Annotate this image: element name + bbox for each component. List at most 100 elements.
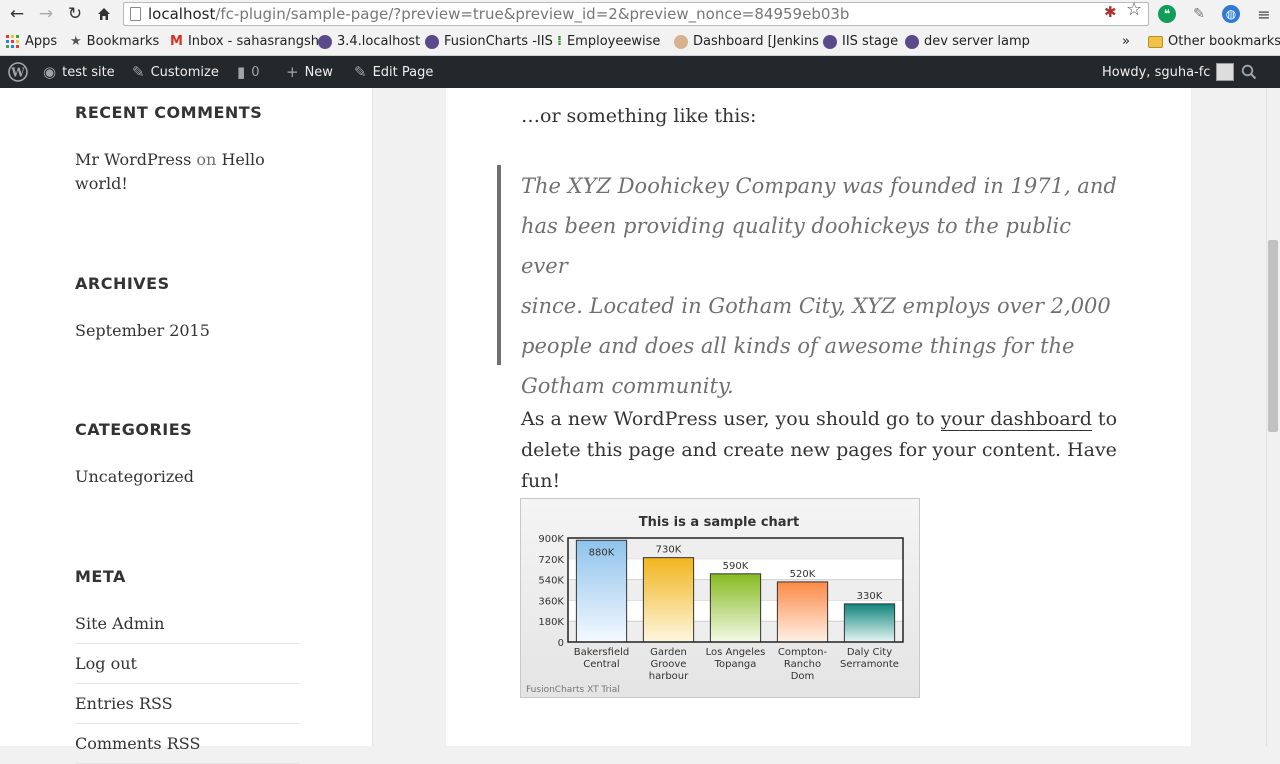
edit-page-label: Edit Page (372, 64, 434, 80)
bookmark-localhost[interactable]: 3.4.localhost (318, 32, 420, 51)
bookmark-star-icon[interactable]: ☆ (1126, 1, 1142, 19)
quote-line: Gotham community. (521, 374, 734, 398)
jenkins-icon (674, 34, 688, 49)
x-tick-label: Rancho (784, 659, 821, 670)
bookmark-label: FusionCharts -IIS (444, 34, 553, 49)
folder-icon (1148, 35, 1163, 48)
meta-title: META (75, 567, 126, 586)
pencil-icon: ✎ (354, 63, 367, 81)
blockquote: The XYZ Doohickey Company was founded in… (521, 166, 1121, 406)
site-icon (425, 34, 439, 49)
site-name: test site (62, 64, 115, 80)
x-tick-label: Groove (651, 659, 687, 670)
x-tick-label: Compton- (778, 647, 828, 658)
url-path: /fc-plugin/sample-page/?preview=true&pre… (215, 5, 850, 23)
paragraph: As a new WordPress user, you should go t… (521, 404, 1141, 497)
sidebar: RECENT COMMENTS Mr WordPress on Hello wo… (0, 88, 373, 764)
bookmarks-overflow-button[interactable]: » (1122, 32, 1130, 51)
comments-count: 0 (251, 64, 260, 80)
menu-icon[interactable]: ≡ (1255, 5, 1273, 24)
x-tick-label: Central (583, 659, 619, 670)
scrollbar-thumb[interactable] (1268, 240, 1278, 432)
y-tick-label: 720K (538, 555, 564, 566)
edit-page-link[interactable]: ✎ Edit Page (354, 56, 433, 88)
dashboard-link[interactable]: your dashboard (940, 408, 1092, 431)
bookmark-bookmarks[interactable]: ★ Bookmarks (70, 32, 159, 51)
comments-link[interactable]: ▮ 0 (237, 56, 260, 88)
globe-icon[interactable]: ◍ (1222, 5, 1240, 23)
chart-watermark: FusionCharts XT Trial (526, 685, 620, 695)
edit-extension-icon[interactable]: ✎ (1190, 5, 1208, 23)
chart-bar[interactable] (843, 603, 896, 643)
new-content-link[interactable]: + New (286, 56, 333, 88)
recent-comments-title: RECENT COMMENTS (75, 103, 263, 122)
search-icon[interactable] (1241, 56, 1257, 88)
avatar (1216, 63, 1235, 81)
wordpress-logo-icon[interactable]: W (8, 56, 28, 88)
chart-bar[interactable] (776, 581, 829, 643)
fusion-chart: This is a sample chart 0 180K 360K 540K 720K… (520, 498, 920, 698)
comment-author-link[interactable]: Mr WordPress (75, 150, 191, 169)
quote-line: has been providing quality doohickeys to… (521, 214, 1072, 278)
chart-svg: This is a sample chart 0 180K 360K 540K 720K… (526, 515, 904, 695)
archive-link[interactable]: September 2015 (75, 319, 210, 343)
x-tick-label: Dom (791, 671, 815, 682)
plus-icon: + (286, 63, 299, 81)
data-label: 520K (790, 569, 816, 580)
bookmark-iis-stage[interactable]: IIS stage (823, 32, 898, 51)
bookmark-dev-server[interactable]: dev server lamp (905, 32, 1030, 51)
back-icon[interactable]: ← (6, 3, 28, 25)
quote-line: since. Located in Gotham City, XYZ emplo… (521, 294, 1111, 318)
lead-text: …or something like this: (521, 105, 757, 127)
dashboard-icon: ◉ (43, 63, 57, 81)
para-text: to (1091, 408, 1118, 430)
y-tick-label: 900K (538, 534, 564, 545)
browser-toolbar: ← → ↻ localhost/fc-plugin/sample-page/?p… (0, 0, 1280, 29)
page-icon (130, 7, 141, 21)
reload-icon[interactable]: ↻ (64, 3, 86, 25)
customize-label: Customize (150, 64, 219, 80)
account-menu[interactable]: Howdy, sguha-fc (1102, 56, 1235, 88)
x-tick-label: Los Angeles (706, 647, 766, 658)
bookmark-employeewise[interactable]: ⁞ Employeewise (557, 32, 660, 51)
bug-extension-icon[interactable]: ✱ (1104, 3, 1117, 21)
hangouts-icon[interactable]: ❝ (1158, 5, 1176, 23)
category-link[interactable]: Uncategorized (75, 465, 194, 489)
chart-bar[interactable] (709, 573, 762, 643)
x-tick-label: Daly City (847, 647, 892, 658)
other-bookmarks-label: Other bookmarks (1168, 34, 1280, 49)
bookmark-inbox[interactable]: M Inbox - sahasrangsh (170, 32, 319, 51)
bookmark-fusioncharts-iis[interactable]: FusionCharts -IIS (425, 32, 553, 51)
bookmark-label: dev server lamp (924, 34, 1030, 49)
meta-comments-rss-link[interactable]: Comments RSS (75, 724, 299, 764)
forward-icon[interactable]: → (35, 3, 57, 25)
data-label: 330K (857, 591, 883, 602)
x-tick-label: Topanga (714, 659, 757, 670)
comment-post-link[interactable]: Hello (221, 150, 264, 169)
bookmark-jenkins[interactable]: Dashboard [Jenkins (674, 32, 819, 51)
chart-bar[interactable] (642, 557, 695, 643)
customize-link[interactable]: ✎ Customize (132, 56, 219, 88)
url-host: localhost (148, 5, 216, 23)
bookmark-apps[interactable]: Apps (6, 32, 57, 51)
quote-line: The XYZ Doohickey Company was founded in… (521, 174, 1117, 198)
home-icon[interactable] (93, 3, 115, 25)
apps-icon (6, 35, 20, 48)
bookmark-label: Inbox - sahasrangsh (187, 34, 319, 49)
site-name-link[interactable]: ◉ test site (43, 56, 115, 88)
bookmark-label: Employeewise (566, 34, 661, 49)
comment-icon: ▮ (237, 63, 246, 81)
bookmark-label: IIS stage (842, 34, 899, 49)
address-bar[interactable]: localhost/fc-plugin/sample-page/?preview… (123, 2, 1149, 26)
meta-log-out-link[interactable]: Log out (75, 644, 299, 684)
other-bookmarks[interactable]: Other bookmarks (1148, 32, 1280, 51)
para-text: As a new WordPress user, you should go t… (521, 408, 941, 430)
bookmark-label: Bookmarks (86, 34, 160, 49)
comment-post-link-cont[interactable]: world! (75, 174, 128, 193)
new-label: New (304, 64, 333, 80)
employeewise-icon: ⁞ (557, 34, 562, 49)
blockquote-border (497, 165, 501, 365)
meta-entries-rss-link[interactable]: Entries RSS (75, 684, 299, 724)
site-icon (905, 34, 919, 49)
meta-site-admin-link[interactable]: Site Admin (75, 604, 299, 644)
